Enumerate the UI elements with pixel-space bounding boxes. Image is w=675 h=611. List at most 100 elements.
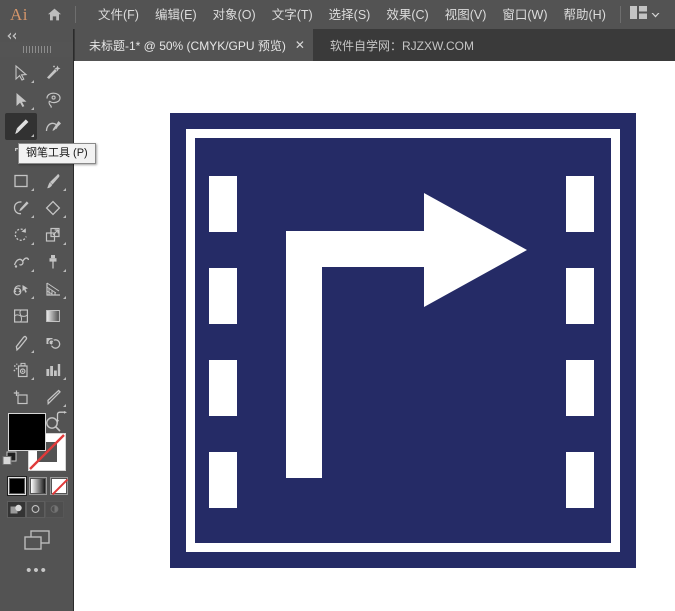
artboard-tool[interactable] [5, 383, 37, 410]
flyout-corner-icon [63, 377, 66, 380]
menu-item-list: 文件(F) 编辑(E) 对象(O) 文字(T) 选择(S) 效果(C) 视图(V… [90, 4, 614, 26]
color-mode-flat[interactable] [7, 476, 27, 496]
paintbrush-tool[interactable] [37, 167, 69, 194]
menu-select[interactable]: 选择(S) [321, 4, 379, 26]
color-mode-none[interactable] [50, 477, 68, 495]
default-fill-stroke-icon[interactable] [2, 451, 18, 472]
magic-wand-tool[interactable] [37, 59, 69, 86]
workspace-layout-icon [630, 5, 647, 24]
pen-tool[interactable] [5, 113, 37, 140]
flyout-corner-icon [63, 296, 66, 299]
flyout-corner-icon [31, 350, 34, 353]
menubar-right-group [615, 3, 675, 27]
color-mode-gradient[interactable] [29, 477, 47, 495]
flyout-corner-icon [31, 134, 34, 137]
flyout-corner-icon [31, 80, 34, 83]
dash-right-2 [566, 268, 594, 324]
menu-bar: Ai 文件(F) 编辑(E) 对象(O) 文字(T) 选择(S) 效果(C) 视… [0, 0, 675, 29]
flyout-corner-icon [31, 377, 34, 380]
illustrator-window: Ai 文件(F) 编辑(E) 对象(O) 文字(T) 选择(S) 效果(C) 视… [0, 0, 675, 611]
mesh-tool[interactable] [5, 302, 37, 329]
width-tool[interactable] [5, 248, 37, 275]
tab-document-2[interactable]: 软件自学网：RJZXW.COM [312, 29, 491, 61]
change-screen-mode[interactable] [0, 518, 74, 551]
workspace-switcher[interactable] [626, 3, 664, 27]
flyout-corner-icon [63, 188, 66, 191]
slice-tool[interactable] [37, 383, 69, 410]
flyout-corner-icon [63, 242, 66, 245]
symbol-sprayer-tool[interactable] [5, 356, 37, 383]
sign-inner-field [195, 138, 611, 543]
grip-dots [22, 46, 51, 53]
shaper-tool[interactable] [5, 194, 37, 221]
gradient-swatch-icon [31, 479, 45, 493]
flyout-corner-icon [31, 296, 34, 299]
dash-left-2 [209, 268, 237, 324]
menu-divider-right [620, 6, 621, 23]
draw-inside[interactable] [45, 501, 64, 518]
dash-left-3 [209, 360, 237, 416]
swap-fill-stroke-icon[interactable] [54, 410, 68, 428]
dash-left-1 [209, 176, 237, 232]
menu-type[interactable]: 文字(T) [264, 4, 321, 26]
selection-tool[interactable] [5, 59, 37, 86]
app-logo: Ai [10, 4, 28, 24]
flyout-corner-icon [31, 269, 34, 272]
turn-right-sign-artwork[interactable] [75, 61, 675, 611]
draw-mode-row [0, 495, 74, 518]
perspective-grid-tool[interactable] [37, 275, 69, 302]
fill-swatch[interactable] [8, 413, 46, 451]
tools-panel: ••• [0, 29, 74, 611]
dash-right-3 [566, 360, 594, 416]
menu-window[interactable]: 窗口(W) [494, 4, 555, 26]
paint-mode-row [0, 473, 74, 496]
tab-strip: 未标题-1* @ 50% (CMYK/GPU 预览) ✕ 软件自学网：RJZXW… [75, 29, 491, 61]
eyedropper-tool[interactable] [5, 329, 37, 356]
home-icon[interactable] [38, 0, 70, 29]
fill-stroke-swatches [0, 407, 74, 473]
flyout-corner-icon [31, 242, 34, 245]
menu-object[interactable]: 对象(O) [205, 4, 264, 26]
tab-label: 软件自学网：RJZXW.COM [329, 38, 474, 53]
draw-behind[interactable] [26, 501, 45, 518]
rectangle-tool[interactable] [5, 167, 37, 194]
tool-grid [0, 57, 74, 437]
draw-normal[interactable] [7, 501, 26, 518]
tab-label: 未标题-1* @ 50% (CMYK/GPU 预览) [89, 38, 286, 53]
rotate-tool[interactable] [5, 221, 37, 248]
panel-grip-icon[interactable] [0, 42, 73, 57]
lasso-tool[interactable] [37, 86, 69, 113]
color-controls: ••• [0, 407, 74, 578]
document-canvas[interactable] [75, 61, 675, 611]
none-swatch-icon [52, 479, 68, 495]
curvature-tool[interactable] [37, 113, 69, 140]
menu-file[interactable]: 文件(F) [90, 4, 147, 26]
direct-selection-tool[interactable] [5, 86, 37, 113]
menu-effect[interactable]: 效果(C) [378, 4, 436, 26]
flyout-corner-icon [31, 107, 34, 110]
close-icon[interactable]: ✕ [295, 39, 305, 51]
edit-toolbar-button[interactable]: ••• [0, 551, 74, 578]
menu-view[interactable]: 视图(V) [437, 4, 495, 26]
flat-color-icon [10, 479, 24, 493]
scale-tool[interactable] [37, 221, 69, 248]
chevron-down-icon [651, 6, 660, 24]
menu-help[interactable]: 帮助(H) [556, 4, 614, 26]
gradient-tool[interactable] [37, 302, 69, 329]
tab-document-1[interactable]: 未标题-1* @ 50% (CMYK/GPU 预览) ✕ [75, 29, 313, 61]
flyout-corner-icon [31, 188, 34, 191]
shape-builder-tool[interactable] [5, 275, 37, 302]
free-transform-tool[interactable] [37, 248, 69, 275]
eraser-tool[interactable] [37, 194, 69, 221]
column-graph-tool[interactable] [37, 356, 69, 383]
document-tab-bar: 未标题-1* @ 50% (CMYK/GPU 预览) ✕ 软件自学网：RJZXW… [0, 29, 675, 61]
double-chevron-left-icon[interactable] [0, 29, 73, 42]
tool-tooltip: 钢笔工具 (P) [18, 143, 96, 164]
dash-right-1 [566, 176, 594, 232]
blend-tool[interactable] [37, 329, 69, 356]
dash-right-4 [566, 452, 594, 508]
dash-left-4 [209, 452, 237, 508]
flyout-corner-icon [63, 215, 66, 218]
menu-edit[interactable]: 编辑(E) [147, 4, 205, 26]
flyout-corner-icon [63, 269, 66, 272]
